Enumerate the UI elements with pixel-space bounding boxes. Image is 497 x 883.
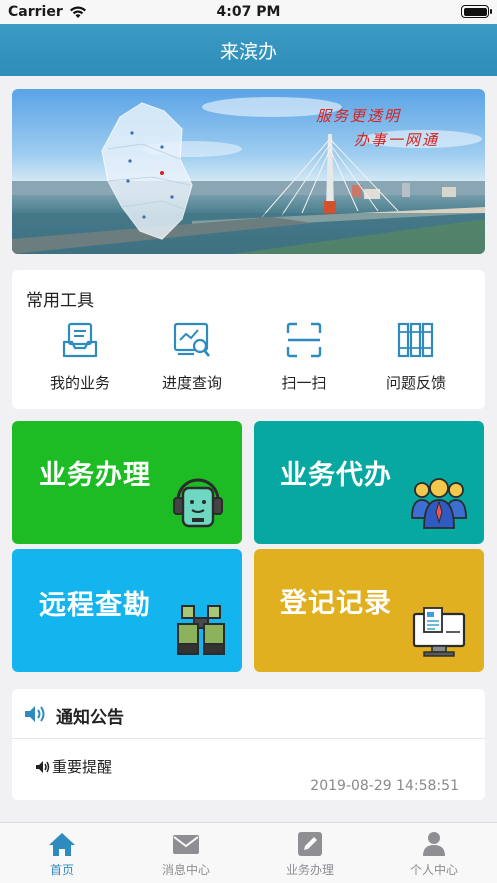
edit-icon (298, 832, 322, 856)
home-icon (49, 833, 75, 856)
notice-date: 2019-08-29 14:58:51 (310, 778, 459, 794)
tools-title: 常用工具 (26, 291, 94, 311)
speaker-small-icon (36, 760, 50, 773)
tab-messages[interactable]: 消息中心 (124, 831, 248, 878)
mail-icon (173, 835, 199, 854)
people-group-icon (411, 478, 467, 529)
notice-item-title: 重要提醒 (52, 758, 113, 776)
tab-label: 首页 (49, 863, 74, 877)
books-icon (397, 322, 434, 358)
tool-label: 进度查询 (161, 374, 222, 392)
notice-title: 通知公告 (56, 708, 124, 728)
status-time: 4:07 PM (216, 4, 281, 20)
tool-label: 扫一扫 (281, 374, 327, 392)
tile-label: 业务代办 (280, 460, 392, 491)
notice-list-item[interactable]: 重要提醒 (36, 756, 112, 777)
monitor-document-icon (412, 607, 466, 657)
tab-label: 个人中心 (409, 863, 458, 877)
tool-progress-query[interactable]: 进度查询 (137, 320, 247, 400)
banner-slogan-1: 服务更透明 (316, 107, 402, 125)
tile-business-handling[interactable]: 业务办理 (12, 421, 242, 544)
tab-business[interactable]: 业务办理 (248, 831, 372, 878)
scan-icon (286, 322, 322, 358)
tab-label: 消息中心 (161, 863, 210, 877)
tool-feedback[interactable]: 问题反馈 (361, 320, 471, 400)
banner-image[interactable]: 服务更透明 办事一网通 (12, 89, 485, 254)
banner-slogan-2: 办事一网通 (354, 131, 440, 149)
status-bar: Carrier 4:07 PM (0, 0, 497, 24)
tile-label: 登记记录 (280, 588, 392, 619)
nav-bar: 来滨办 (0, 24, 497, 76)
binoculars-icon (177, 605, 225, 655)
tool-my-business[interactable]: 我的业务 (25, 320, 135, 400)
tile-business-agency[interactable]: 业务代办 (254, 421, 484, 544)
tile-label: 远程查勘 (39, 590, 151, 621)
headset-robot-icon (173, 478, 223, 528)
tab-profile[interactable]: 个人中心 (372, 831, 496, 878)
page-title: 来滨办 (219, 40, 277, 63)
notice-card: 通知公告 重要提醒 2019-08-29 14:58:51 (12, 689, 485, 800)
search-progress-icon (173, 322, 210, 357)
tab-home[interactable]: 首页 (0, 831, 124, 878)
tab-label: 业务办理 (285, 863, 334, 877)
user-icon (423, 832, 445, 856)
tile-registration-record[interactable]: 登记记录 (254, 549, 484, 672)
notice-header: 通知公告 (12, 689, 485, 739)
tab-bar: 首页 消息中心 业务办理 个人中心 (0, 822, 497, 883)
battery-icon (461, 5, 492, 18)
tool-label: 问题反馈 (385, 374, 446, 392)
tools-card: 常用工具 我的业务 进度查询 扫一扫 问题反馈 (12, 270, 485, 409)
tool-scan[interactable]: 扫一扫 (249, 320, 359, 400)
tile-label: 业务办理 (39, 460, 151, 491)
speaker-icon (25, 706, 45, 722)
banner-scenery (12, 97, 485, 254)
tile-remote-survey[interactable]: 远程查勘 (12, 549, 242, 672)
tool-label: 我的业务 (49, 374, 110, 392)
inbox-tray-icon (62, 322, 98, 358)
